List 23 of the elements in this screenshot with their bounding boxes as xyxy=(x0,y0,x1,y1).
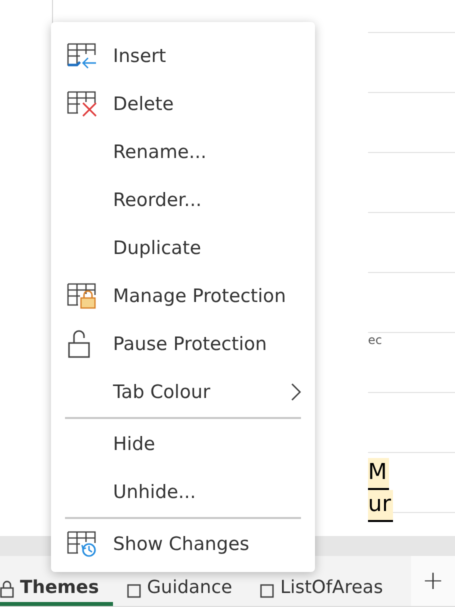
cell-text: ec xyxy=(368,332,383,348)
sheet-icon xyxy=(126,584,141,598)
insert-sheet-icon xyxy=(67,43,97,69)
lock-icon xyxy=(0,580,14,598)
chevron-right-icon xyxy=(291,383,301,401)
sheet-lock-icon xyxy=(67,283,97,309)
sheet-icon xyxy=(260,584,274,598)
menu-item[interactable]: Pause Protection xyxy=(51,320,315,368)
delete-sheet-icon xyxy=(67,91,97,117)
menu-item[interactable]: Insert xyxy=(51,32,315,80)
menu-item[interactable]: Hide xyxy=(51,420,315,468)
cell-text: ur xyxy=(368,490,393,522)
add-sheet-button[interactable]: + xyxy=(410,556,455,606)
menu-item[interactable]: Reorder... xyxy=(51,176,315,224)
menu-item[interactable]: Unhide... xyxy=(51,468,315,516)
cell-text: M xyxy=(368,458,389,490)
unlock-icon xyxy=(67,330,91,358)
menu-item[interactable]: Duplicate xyxy=(51,224,315,272)
sheet-history-icon xyxy=(67,531,97,557)
menu-item[interactable]: Delete xyxy=(51,80,315,128)
menu-item[interactable]: Tab Colour xyxy=(51,368,315,416)
menu-item[interactable]: Manage Protection xyxy=(51,272,315,320)
menu-item[interactable]: Rename... xyxy=(51,128,315,176)
